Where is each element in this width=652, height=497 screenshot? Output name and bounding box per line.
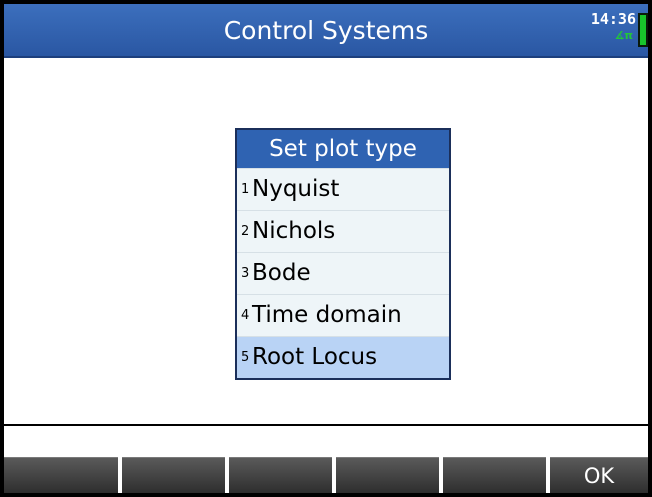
softkey-separator xyxy=(4,424,648,426)
item-label: Bode xyxy=(252,260,311,286)
plot-type-menu: Set plot type 1 Nyquist 2 Nichols 3 Bode… xyxy=(235,128,451,380)
item-number: 5 xyxy=(241,350,250,365)
menu-item-nyquist[interactable]: 1 Nyquist xyxy=(237,168,449,210)
ok-button[interactable]: OK xyxy=(550,457,648,493)
softkey-4[interactable] xyxy=(336,457,439,493)
softkey-2[interactable] xyxy=(122,457,225,493)
title-bar: Control Systems 14:36 ∡π xyxy=(4,4,648,58)
softkey-1[interactable] xyxy=(4,457,118,493)
item-label: Nyquist xyxy=(252,176,340,202)
item-label: Nichols xyxy=(252,218,336,244)
menu-header: Set plot type xyxy=(237,130,449,168)
clock: 14:36 xyxy=(590,10,636,28)
item-number: 1 xyxy=(241,182,250,197)
app-title: Control Systems xyxy=(223,16,429,45)
softkey-bar: OK xyxy=(4,457,648,493)
item-number: 2 xyxy=(241,224,250,239)
menu-item-root-locus[interactable]: 5 Root Locus xyxy=(237,336,449,378)
menu-item-nichols[interactable]: 2 Nichols xyxy=(237,210,449,252)
softkey-3[interactable] xyxy=(229,457,332,493)
softkey-5[interactable] xyxy=(443,457,546,493)
item-label: Time domain xyxy=(252,302,402,328)
angle-mode-icon: ∡π xyxy=(614,29,633,42)
item-number: 3 xyxy=(241,266,250,281)
battery-icon xyxy=(638,13,648,47)
item-label: Root Locus xyxy=(252,344,378,370)
menu-item-time-domain[interactable]: 4 Time domain xyxy=(237,294,449,336)
calculator-screen: Control Systems 14:36 ∡π Set plot type 1… xyxy=(4,4,648,493)
item-number: 4 xyxy=(241,308,250,323)
menu-item-bode[interactable]: 3 Bode xyxy=(237,252,449,294)
